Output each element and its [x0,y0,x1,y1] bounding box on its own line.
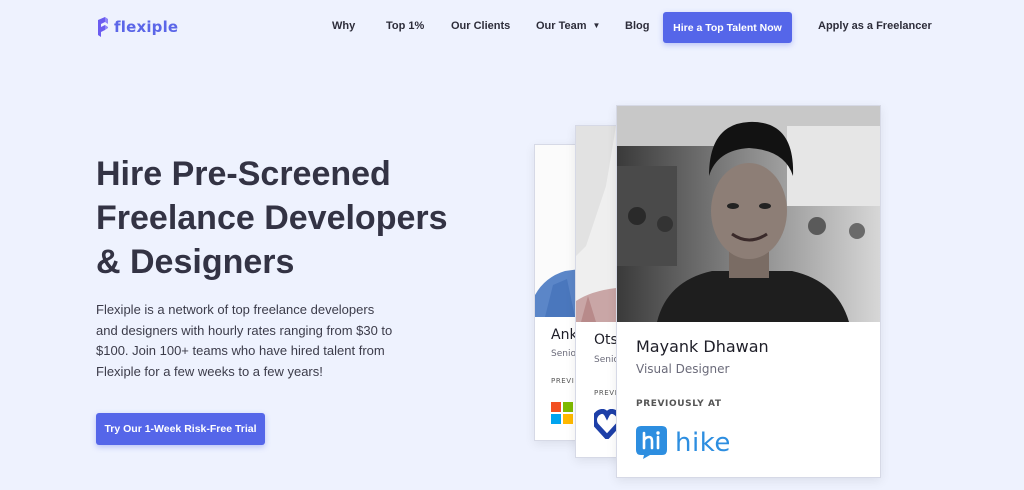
microsoft-logo-icon [551,402,573,424]
talent-card-featured[interactable]: Mayank Dhawan Visual Designer PREVIOUSLY… [616,105,881,478]
previously-at-label: PREVI [551,377,575,385]
top-navigation: flexiple Why Top 1% Our Clients Our Team… [0,0,1024,54]
hike-wordmark: hike [675,427,731,458]
hire-top-talent-button[interactable]: Hire a Top Talent Now [663,12,792,43]
previously-at-label: PREVIOUSLY AT [636,399,722,409]
nav-link-why[interactable]: Why [332,20,355,32]
flexiple-wordmark: flexiple [114,18,179,36]
talent-name: Ots [594,332,618,348]
nav-link-our-clients[interactable]: Our Clients [451,20,510,32]
caret-down-icon: ▼ [592,21,601,30]
hero-headline: Hire Pre-Screened Freelance Developers &… [96,155,448,281]
hero-description: Flexiple is a network of top freelance d… [96,302,393,379]
talent-photo [617,106,880,322]
talent-photo-image [617,106,880,322]
nav-link-top-1-percent[interactable]: Top 1% [386,20,424,32]
risk-free-trial-button[interactable]: Try Our 1-Week Risk-Free Trial [96,413,265,445]
nav-link-blog[interactable]: Blog [625,20,649,32]
talent-role: Visual Designer [636,362,730,376]
hike-logo: hike [636,426,731,459]
talent-name: Mayank Dhawan [636,337,769,356]
nav-link-our-team[interactable]: Our Team ▼ [536,20,600,32]
talent-role: Senio [551,349,576,359]
flexiple-logo[interactable]: flexiple [96,16,178,38]
nav-link-our-team-label: Our Team [536,20,587,32]
hike-badge-icon [636,426,667,459]
apply-as-freelancer-link[interactable]: Apply as a Freelancer [818,20,932,32]
previously-at-label: PREVI [594,389,618,397]
flexiple-logo-icon [98,17,108,37]
